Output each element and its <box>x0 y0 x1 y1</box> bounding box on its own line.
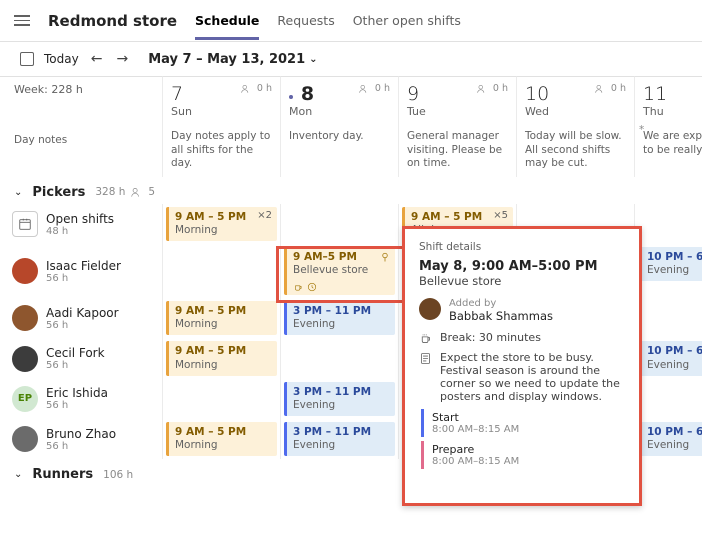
shift-card[interactable]: 3 PM – 11 PMEvening <box>284 301 395 335</box>
shift-card[interactable]: 3 PM – 11 PMEvening <box>284 422 395 456</box>
activity-prepare: Prepare8:00 AM–8:15 AM <box>421 441 625 469</box>
day-note-wed[interactable]: Today will be slow. All second shifts ma… <box>516 124 634 177</box>
popup-section-label: Shift details <box>419 241 625 253</box>
shift-details-popup: Shift details May 8, 9:00 AM–5:00 PM Bel… <box>402 226 642 506</box>
break-icon <box>419 332 432 345</box>
tab-bar: Schedule Requests Other open shifts <box>195 2 461 40</box>
note-icon <box>419 352 432 365</box>
avatar <box>12 258 38 284</box>
shift-card[interactable]: 9 AM – 5 PMMorning <box>166 422 277 456</box>
store-title: Redmond store <box>48 12 177 30</box>
date-range-picker[interactable]: May 7 – May 13, 2021 ⌄ <box>148 52 317 67</box>
prev-week-button[interactable]: ← <box>89 51 105 67</box>
popup-shift-time: May 8, 9:00 AM–5:00 PM <box>419 259 625 274</box>
tab-requests[interactable]: Requests <box>277 2 334 40</box>
activity-start: Start8:00 AM–8:15 AM <box>421 409 625 437</box>
open-shift-icon <box>12 211 38 237</box>
day-header-wed[interactable]: 10 Wed 0 h <box>516 76 634 124</box>
day-header-mon[interactable]: 8 Mon 0 h <box>280 76 398 124</box>
day-note-tue[interactable]: General manager visiting. Please be on t… <box>398 124 516 177</box>
highlight-outline <box>276 246 402 303</box>
chevron-down-icon: ⌄ <box>309 54 317 65</box>
day-header-tue[interactable]: 9 Tue 0 h <box>398 76 516 124</box>
shift-card[interactable]: 9 AM – 5 PMMorning <box>166 341 277 375</box>
today-button[interactable]: Today <box>44 52 79 66</box>
week-hours-label: Week: 228 h <box>0 76 162 124</box>
group-header-pickers[interactable]: ⌄ Pickers 328 h5 <box>0 177 702 204</box>
shift-card[interactable]: 10 PM – 6 AMEvening <box>638 422 702 456</box>
shift-card[interactable]: 9 AM – 5 PMMorning <box>166 301 277 335</box>
day-notes-label: Day notes <box>0 124 162 177</box>
avatar <box>12 305 38 331</box>
avatar <box>12 426 38 452</box>
chevron-down-icon: ⌄ <box>14 187 22 198</box>
chevron-down-icon: ⌄ <box>14 469 22 480</box>
day-note-mon[interactable]: Inventory day. <box>280 124 398 177</box>
day-header-sun[interactable]: 7 Sun 0 h <box>162 76 280 124</box>
tab-open-shifts[interactable]: Other open shifts <box>353 2 461 40</box>
day-note-sun[interactable]: Day notes apply to all shifts for the da… <box>162 124 280 177</box>
tab-schedule[interactable]: Schedule <box>195 2 259 40</box>
avatar <box>419 298 441 320</box>
popup-shift-location: Bellevue store <box>419 274 625 288</box>
calendar-icon <box>20 52 34 66</box>
day-note-thu[interactable]: *We are expecting to be really busy. <box>634 124 702 177</box>
day-header-thu[interactable]: 11 Thu <box>634 76 702 124</box>
shift-card[interactable]: 10 PM – 6 AMEvening <box>638 341 702 375</box>
avatar: EP <box>12 386 38 412</box>
next-week-button[interactable]: → <box>114 51 130 67</box>
shift-card[interactable]: 10 PM – 6 AMEvening <box>638 247 702 281</box>
hamburger-menu-icon[interactable] <box>14 15 30 26</box>
avatar <box>12 346 38 372</box>
shift-card[interactable]: 9 AM – 5 PMMorning×2 <box>166 207 277 241</box>
shift-card[interactable]: 3 PM – 11 PMEvening <box>284 382 395 416</box>
